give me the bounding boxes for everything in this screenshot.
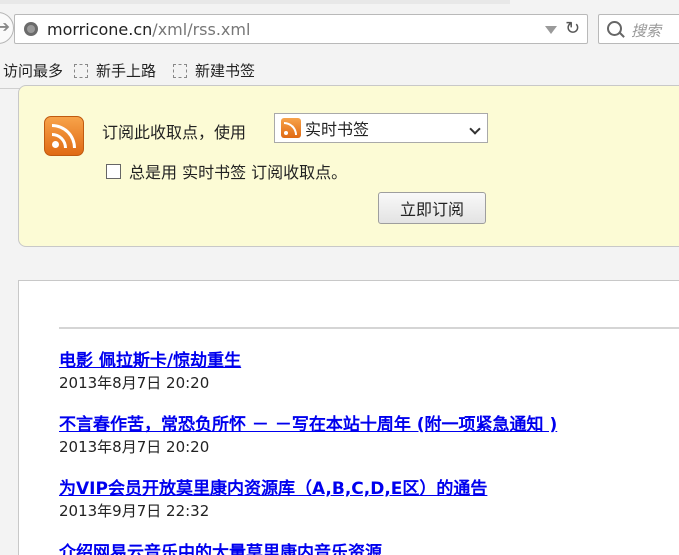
entry-date: 2013年9月7日 22:32 xyxy=(59,502,210,520)
search-icon xyxy=(607,21,622,36)
feed-divider xyxy=(59,327,679,329)
feed-reader-value: 实时书签 xyxy=(305,120,370,139)
url-path: /xml/rss.xml xyxy=(152,20,251,39)
chevron-down-icon xyxy=(469,123,481,135)
feed-entry: 介绍网易云音乐中的大量莫里康内音乐资源 xyxy=(59,543,382,555)
url-text[interactable]: morricone.cn/xml/rss.xml xyxy=(47,20,250,39)
feed-entry: 为VIP会员开放莫里康内资源库（A,B,C,D,E区）的通告 2013年9月7日… xyxy=(59,479,487,521)
feed-reader-select[interactable]: 实时书签 xyxy=(274,113,488,143)
url-host: morricone.cn xyxy=(47,20,153,39)
always-use-checkbox[interactable] xyxy=(106,163,121,179)
bookmark-new[interactable]: 新建书签 xyxy=(173,60,255,81)
navigation-bar: ➔ morricone.cn/xml/rss.xml ↻ 搜索 xyxy=(0,4,679,52)
bookmark-label: 新建书签 xyxy=(195,62,256,80)
back-button[interactable]: ➔ xyxy=(0,12,14,44)
bookmark-getting-started[interactable]: 新手上路 xyxy=(74,60,156,81)
entry-title-link[interactable]: 为VIP会员开放莫里康内资源库（A,B,C,D,E区）的通告 xyxy=(59,479,487,499)
rss-feed-icon xyxy=(44,116,84,156)
always-use-label: 总是用 实时书签 订阅收取点。 xyxy=(129,163,348,182)
feed-entry: 不言春作苦，常恐负所怀 － －写在本站十周年 (附一项紧急通知 ) 2013年8… xyxy=(59,415,557,457)
back-arrow-icon: ➔ xyxy=(0,17,10,36)
bookmark-label: 访问最多 xyxy=(3,62,64,80)
feed-entry: 电影 佩拉斯卡/惊劫重生 2013年8月7日 20:20 xyxy=(59,351,241,393)
live-bookmark-icon xyxy=(281,118,301,138)
globe-icon xyxy=(24,22,38,36)
entry-date: 2013年8月7日 20:20 xyxy=(59,374,210,392)
bookmark-most-visited[interactable]: 访问最多 xyxy=(3,60,63,81)
feed-entries: 电影 佩拉斯卡/惊劫重生 2013年8月7日 20:20 不言春作苦，常恐负所怀… xyxy=(18,280,679,555)
search-bar[interactable]: 搜索 xyxy=(598,14,679,44)
history-dropdown-icon[interactable] xyxy=(545,26,557,34)
entry-date: 2013年8月7日 20:20 xyxy=(59,438,210,456)
url-bar[interactable]: morricone.cn/xml/rss.xml ↻ xyxy=(14,14,588,44)
bookmark-label: 新手上路 xyxy=(96,62,157,80)
entry-title-link[interactable]: 介绍网易云音乐中的大量莫里康内音乐资源 xyxy=(59,543,382,555)
page-content: 订阅此收取点，使用 实时书签 总是用 实时书签 订阅收取点。 立即订阅 电影 佩… xyxy=(0,85,679,555)
feed-subscribe-box: 订阅此收取点，使用 实时书签 总是用 实时书签 订阅收取点。 立即订阅 xyxy=(18,85,679,247)
bookmark-page-icon xyxy=(173,63,187,78)
bookmark-page-icon xyxy=(74,63,88,78)
bookmarks-toolbar: 访问最多 新手上路 新建书签 xyxy=(0,52,679,89)
reload-icon[interactable]: ↻ xyxy=(565,18,580,39)
subscribe-using-label: 订阅此收取点，使用 xyxy=(102,123,247,142)
entry-title-link[interactable]: 电影 佩拉斯卡/惊劫重生 xyxy=(59,351,241,371)
entry-title-link[interactable]: 不言春作苦，常恐负所怀 － －写在本站十周年 (附一项紧急通知 ) xyxy=(59,415,557,435)
subscribe-now-button[interactable]: 立即订阅 xyxy=(378,192,486,224)
always-use-row[interactable]: 总是用 实时书签 订阅收取点。 xyxy=(106,159,347,183)
search-placeholder: 搜索 xyxy=(631,22,662,40)
